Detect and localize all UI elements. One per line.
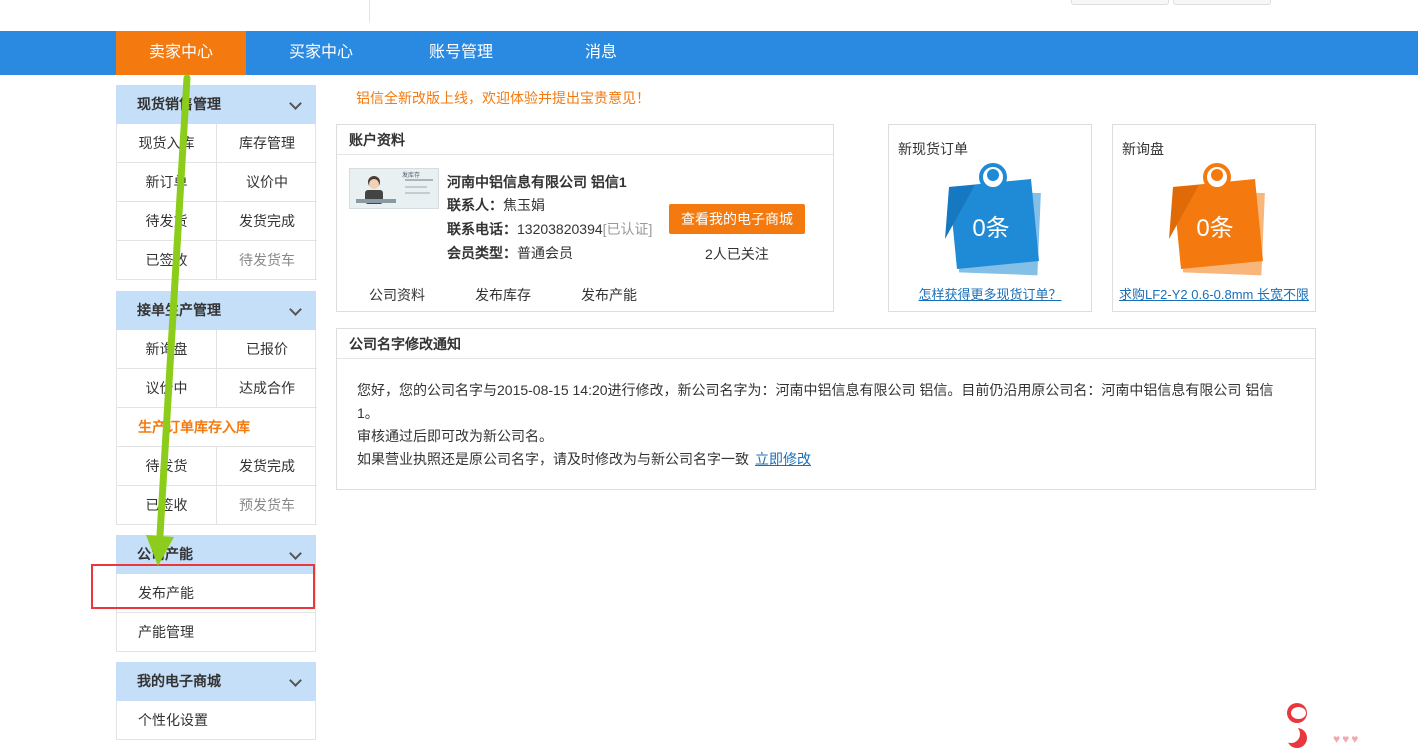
menu-grid: 现货入库 库存管理 新订单 议价中 待发货 发货完成 已签收 待发货车: [116, 124, 317, 280]
menu-negotiating[interactable]: 议价中: [217, 163, 317, 202]
menu-to-ship-cart[interactable]: 待发货车: [217, 241, 317, 280]
name-change-title: 公司名字修改通知: [337, 329, 1315, 359]
menu-new-order[interactable]: 新订单: [117, 163, 217, 202]
hearts-icon: ♥♥♥: [1333, 732, 1361, 746]
group-my-shop: 我的电子商城 个性化设置: [116, 662, 316, 740]
chevron-down-icon: [289, 303, 302, 316]
followers-count: 2人已关注: [705, 246, 769, 262]
menu-received-2[interactable]: 已签收: [117, 486, 217, 525]
member-row: 会员类型：普通会员: [447, 245, 573, 261]
svg-text:发库存: 发库存: [402, 171, 420, 179]
menu-production-stock-in[interactable]: 生产订单库存入库: [116, 408, 316, 447]
inquiry-link[interactable]: 求购LF2-Y2 0.6-0.8mm 长宽不限: [1117, 284, 1311, 303]
group-order-production: 接单生产管理 新询盘 已报价 议价中 达成合作 生产订单库存入库 待发货 发货完…: [116, 291, 317, 525]
top-button-1[interactable]: [1071, 0, 1169, 5]
group-header-spot-sales[interactable]: 现货销售管理: [116, 85, 316, 124]
moon-icon[interactable]: [1282, 725, 1307, 748]
new-spot-orders-card: 新现货订单 0条 怎样获得更多现货订单？: [888, 124, 1092, 312]
new-inquiries-card: 新询盘 0条 求购LF2-Y2 0.6-0.8mm 长宽不限: [1112, 124, 1316, 312]
group-title: 我的电子商城: [137, 673, 221, 689]
menu-to-ship[interactable]: 待发货: [117, 202, 217, 241]
menu-grid: 待发货 发货完成 已签收 预发货车: [116, 447, 317, 525]
name-change-body: 您好，您的公司名字与2015-08-15 14:20进行修改，新公司名字为：河南…: [337, 359, 1315, 471]
chevron-down-icon: [289, 97, 302, 110]
top-button-2[interactable]: [1173, 0, 1271, 5]
top-bar: [0, 0, 1418, 31]
menu-capacity-management[interactable]: 产能管理: [116, 613, 316, 652]
menu-received[interactable]: 已签收: [117, 241, 217, 280]
name-change-panel: 公司名字修改通知 您好，您的公司名字与2015-08-15 14:20进行修改，…: [336, 328, 1316, 490]
menu-shipped[interactable]: 发货完成: [217, 202, 317, 241]
menu-new-inquiry[interactable]: 新询盘: [117, 330, 217, 369]
notice-banner: 铝信全新改版上线，欢迎体验并提出宝贵意见！: [356, 90, 650, 106]
menu-spot-in[interactable]: 现货入库: [117, 124, 217, 163]
account-panel-title: 账户资料: [337, 125, 833, 155]
menu-grid: 新询盘 已报价 议价中 达成合作: [116, 330, 317, 408]
group-header-my-shop[interactable]: 我的电子商城: [116, 662, 316, 701]
float-widget-icon[interactable]: [1287, 703, 1307, 723]
nav-seller-center[interactable]: 卖家中心: [116, 31, 246, 75]
group-title: 接单生产管理: [137, 302, 221, 318]
name-change-line-3: 如果营业执照还是原公司名字，请及时修改为与新公司名字一致 立即修改: [357, 451, 811, 467]
menu-deal-reached[interactable]: 达成合作: [217, 369, 317, 408]
tab-company-info[interactable]: 公司资料: [369, 285, 425, 305]
menu-pre-ship-cart[interactable]: 预发货车: [217, 486, 317, 525]
menu-to-ship-2[interactable]: 待发货: [117, 447, 217, 486]
group-header-order-production[interactable]: 接单生产管理: [116, 291, 316, 330]
company-name: 河南中铝信息有限公司 铝信1: [447, 174, 627, 190]
name-change-line-1: 您好，您的公司名字与2015-08-15 14:20进行修改，新公司名字为：河南…: [357, 382, 1274, 421]
how-to-get-orders-link[interactable]: 怎样获得更多现货订单？: [893, 284, 1087, 303]
phone-row: 联系电话：13203820394[已认证]: [447, 221, 653, 237]
account-thumbnail: 发库存: [349, 168, 439, 209]
group-title: 公司产能: [137, 546, 193, 562]
menu-stock-management[interactable]: 库存管理: [217, 124, 317, 163]
chevron-down-icon: [289, 547, 302, 560]
order-count: 0条: [972, 215, 1010, 242]
nav-messages[interactable]: 消息: [536, 31, 666, 75]
menu-personalize[interactable]: 个性化设置: [116, 701, 316, 740]
highlight-box: [91, 564, 315, 609]
nav-buyer-center[interactable]: 买家中心: [256, 31, 386, 75]
card-title: 新现货订单: [898, 141, 968, 157]
group-spot-sales: 现货销售管理 现货入库 库存管理 新订单 议价中 待发货 发货完成 已签收 待发…: [116, 85, 317, 280]
chevron-down-icon: [289, 674, 302, 687]
nav-account-management[interactable]: 账号管理: [396, 31, 526, 75]
person-illustration-icon: 发库存: [350, 169, 438, 208]
menu-quoted[interactable]: 已报价: [217, 330, 317, 369]
group-title: 现货销售管理: [137, 96, 221, 112]
menu-negotiating-2[interactable]: 议价中: [117, 369, 217, 408]
modify-now-link[interactable]: 立即修改: [755, 451, 811, 467]
contact-row: 联系人：焦玉娟: [447, 197, 545, 213]
account-panel: 账户资料 发库存 河南中铝信息有限公司 铝信1 联系人：焦玉娟 联系电话：132…: [336, 124, 834, 312]
main-nav: 卖家中心 买家中心 账号管理 消息: [0, 31, 1418, 75]
name-change-line-2: 审核通过后即可改为新公司名。: [357, 428, 553, 444]
top-divider: [369, 0, 370, 22]
tab-publish-stock[interactable]: 发布库存: [475, 285, 531, 305]
view-shop-button[interactable]: 查看我的电子商城: [669, 204, 805, 234]
card-title: 新询盘: [1122, 141, 1164, 157]
inquiry-count: 0条: [1196, 215, 1234, 242]
menu-shipped-2[interactable]: 发货完成: [217, 447, 317, 486]
tab-publish-capacity[interactable]: 发布产能: [581, 285, 637, 305]
